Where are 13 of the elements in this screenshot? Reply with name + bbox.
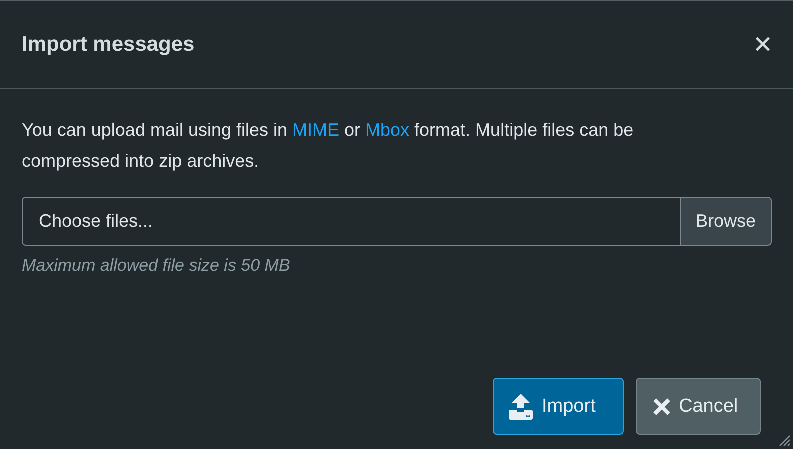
close-button[interactable]: ✕ — [752, 30, 773, 58]
dialog-title: Import messages — [22, 32, 195, 56]
format-link[interactable]: MIME — [292, 120, 340, 140]
close-icon — [653, 398, 671, 416]
import-button[interactable]: Import — [493, 378, 624, 435]
hint-text: Maximum allowed file size is 50 MB — [22, 256, 292, 276]
format-link[interactable]: Mbox — [366, 120, 410, 140]
browse-button[interactable]: Browse — [680, 197, 772, 246]
description-text: You can upload mail using files in MIME or Mbox format. Multiple files can be compressed into zip archives. — [22, 119, 635, 173]
resize-grip-icon — [779, 435, 791, 447]
file-input-field[interactable]: Choose files... — [22, 197, 680, 246]
cancel-button[interactable]: Cancel — [636, 378, 761, 435]
upload-icon — [508, 392, 534, 420]
